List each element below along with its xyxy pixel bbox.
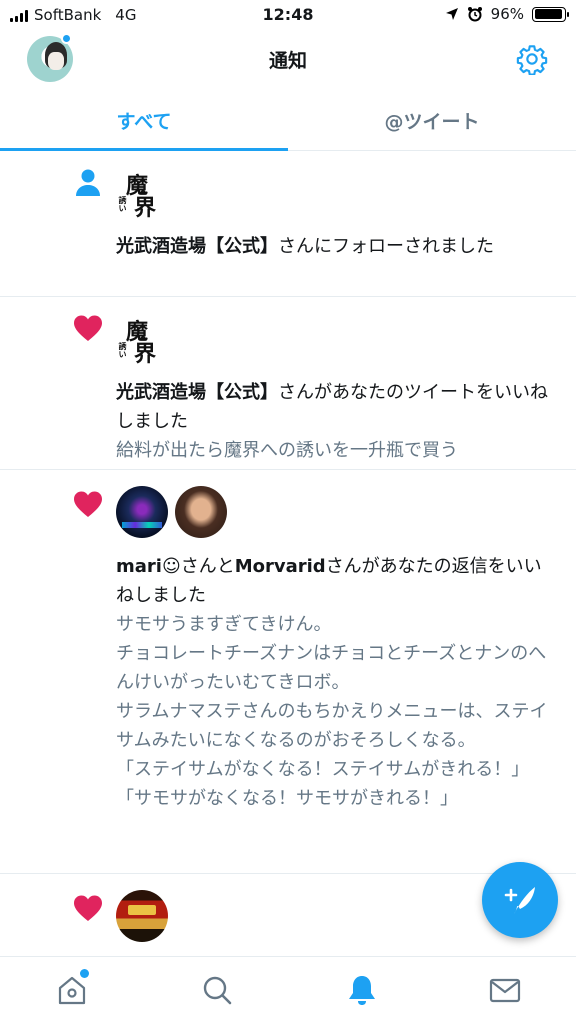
- home-icon[interactable]: [55, 973, 89, 1007]
- liked-reply-text: サモサうますぎてきけん。 チョコレートチーズナンはチョコとチーズとナンのへんけい…: [116, 614, 548, 809]
- bell-icon[interactable]: [345, 973, 379, 1007]
- home-badge-dot: [80, 969, 89, 978]
- gear-icon[interactable]: [516, 43, 548, 75]
- actor-name[interactable]: Morvarid: [235, 556, 326, 577]
- notification-text: mari☺さんとMorvaridさんがあなたの返信をいいねしました: [116, 556, 542, 606]
- heart-icon: [74, 895, 102, 921]
- tab-all[interactable]: すべて: [0, 90, 288, 151]
- unread-dot: [61, 33, 72, 44]
- mail-icon[interactable]: [488, 973, 522, 1007]
- page-title: 通知: [268, 50, 307, 72]
- actor-name[interactable]: 光武酒造場【公式】: [116, 382, 278, 403]
- top-header: 通知: [0, 30, 576, 90]
- notification-item[interactable]: 魔 界 誘い 光武酒造場【公式】さんにフォローされました: [0, 151, 576, 297]
- notification-item[interactable]: mari☺さんとMorvaridさんがあなたの返信をいいねしました サモサうます…: [0, 470, 576, 874]
- status-bar: SoftBank 4G 12:48 96%: [0, 0, 576, 30]
- person-icon: [76, 169, 100, 196]
- status-right: 96%: [445, 5, 569, 23]
- heart-icon: [74, 315, 102, 341]
- heart-icon: [74, 491, 102, 517]
- battery-icon: [532, 6, 569, 22]
- search-icon[interactable]: [200, 973, 234, 1007]
- notification-text: 光武酒造場【公式】さんがあなたのツイートをいいねしました: [116, 382, 548, 432]
- location-arrow-icon: [445, 8, 458, 20]
- notification-item[interactable]: 魔 界 誘い 光武酒造場【公式】さんがあなたのツイートをいいねしました 給料が出…: [0, 297, 576, 470]
- alarm-icon: [467, 7, 482, 22]
- actor-name[interactable]: mari☺: [116, 556, 181, 577]
- user-avatar-shop[interactable]: [116, 890, 168, 942]
- battery-percent: 96%: [490, 5, 524, 23]
- actor-name[interactable]: 光武酒造場【公式】: [116, 236, 278, 257]
- tab-bar: すべて @ツイート: [0, 90, 576, 151]
- liked-tweet-text: 給料が出たら魔界への誘いを一升瓶で買う: [116, 440, 458, 461]
- notification-feed[interactable]: 魔 界 誘い 光武酒造場【公式】さんにフォローされました 魔 界 誘い 光武酒造…: [0, 151, 576, 956]
- user-avatar-morvarid[interactable]: [175, 486, 227, 538]
- bottom-nav: [0, 956, 576, 1024]
- tab-mentions[interactable]: @ツイート: [288, 90, 576, 150]
- user-avatar-mari[interactable]: [116, 486, 168, 538]
- notification-text: 光武酒造場【公式】さんにフォローされました: [116, 236, 494, 257]
- feather-plus-icon: [504, 887, 535, 914]
- compose-tweet-button[interactable]: [482, 862, 558, 938]
- brewery-logo-avatar[interactable]: 魔 界 誘い: [116, 166, 168, 221]
- brewery-logo-avatar[interactable]: 魔 界 誘い: [116, 312, 168, 367]
